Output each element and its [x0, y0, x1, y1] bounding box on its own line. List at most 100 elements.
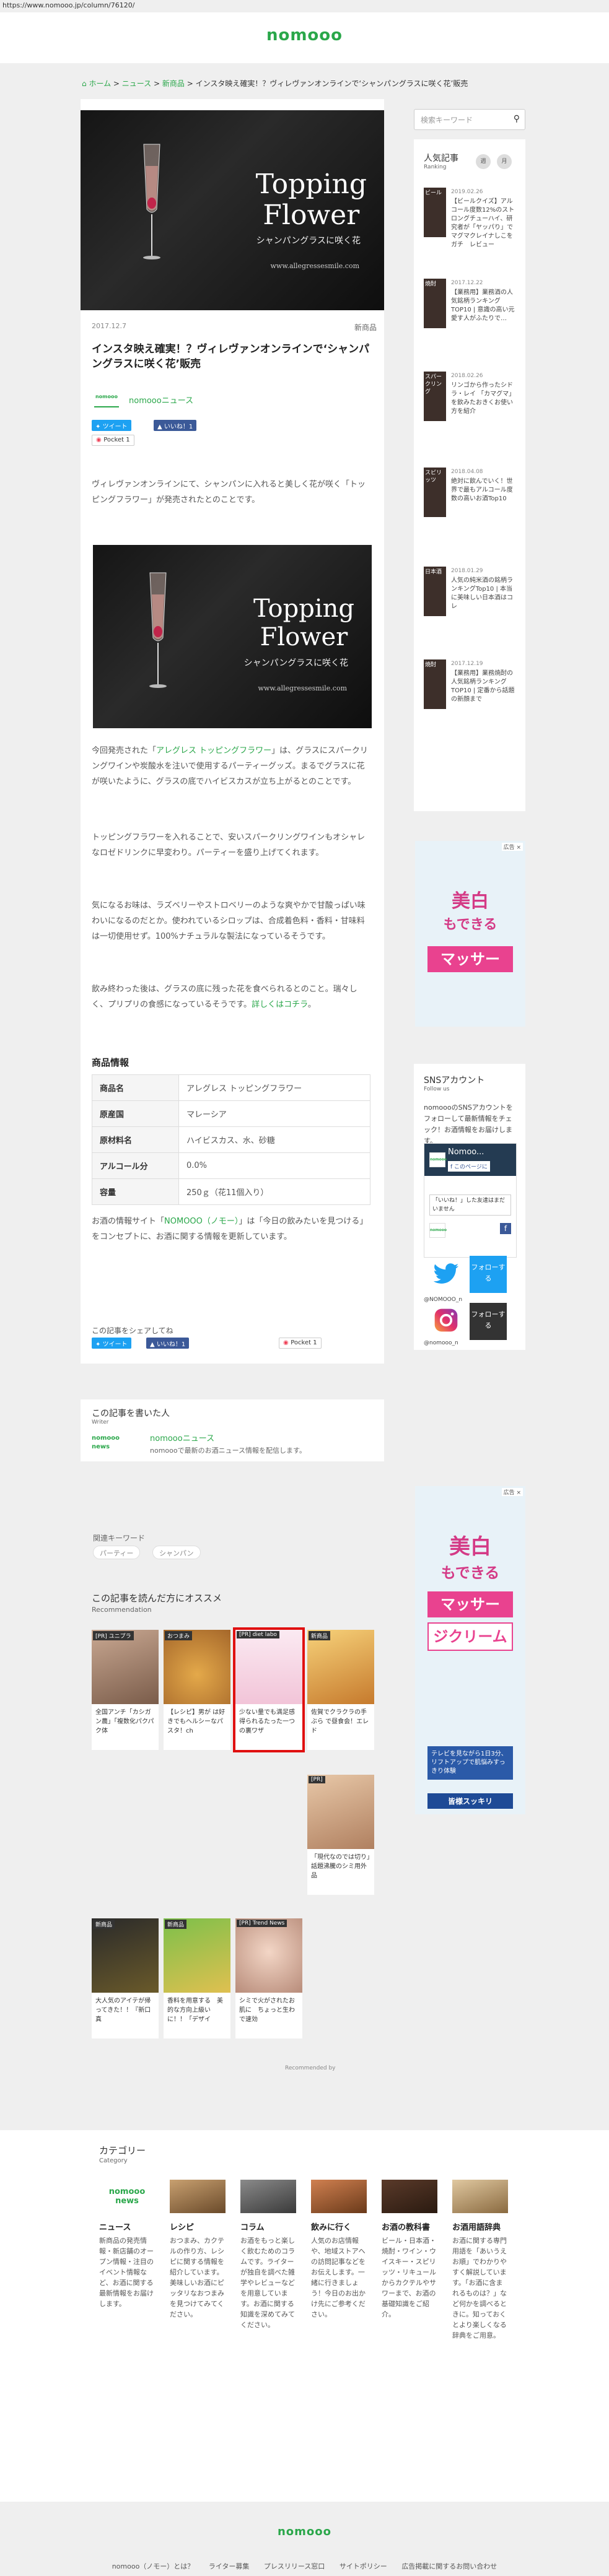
hero-subtitle: シャンパングラスに咲く花: [256, 236, 361, 246]
ranking-item[interactable]: 焼酎 2017.12.22 【業務用】業務酒の人気銘柄ランキングTOP10 | 意識…: [424, 279, 517, 359]
ranking-item[interactable]: スピリッツ 2018.04.08 絶対に飲んでいく！世界で最もアルコール度数の高いお…: [424, 468, 517, 548]
recommend-tile[interactable]: 新商品 香料を用意する 美的な方向上級いに！！「デザイ: [164, 1918, 230, 2039]
like-button[interactable]: ▲ いいね！1: [154, 420, 197, 431]
share-box: この記事をシェアしてね ✦ ツイート ▲ いいね！1 ◉ Pocket 1: [81, 1319, 384, 1364]
instagram-id: @nomooo_n: [424, 1340, 458, 1346]
category-name: ニュース: [99, 2223, 131, 2232]
share-pocket-button[interactable]: ◉ Pocket 1: [279, 1338, 322, 1349]
details-link[interactable]: 詳しくはコチラ: [252, 1000, 308, 1009]
article-date: 2017.12.7: [92, 322, 126, 330]
article-title: インスタ映え確実！？ヴィレヴァンオンラインで‘シャンパングラスに咲く花’販売: [92, 343, 370, 370]
breadcrumb-newproduct[interactable]: 新商品: [162, 79, 185, 88]
writer-heading: この記事を書いた人: [92, 1409, 170, 1419]
twitter-bird-icon[interactable]: [432, 1261, 460, 1288]
facebook-page-name[interactable]: Nomoo...: [448, 1147, 484, 1157]
share-tweet-button[interactable]: ✦ ツイート: [92, 1338, 131, 1349]
ranking-tab-month[interactable]: 月: [497, 154, 512, 169]
recommend-tile[interactable]: おつまみ 【レシピ】男が は好きでもヘルシーなパスタ！ch: [164, 1630, 230, 1750]
ranking-item[interactable]: ビール 2019.02.26 【ビールクイズ】アルコール度数12%のストロングチュー…: [424, 188, 517, 268]
ad-badge[interactable]: 広告 ×: [501, 843, 523, 851]
footer-link[interactable]: nomooo（ノモー）とは？: [112, 2562, 195, 2570]
footer-logo[interactable]: nomooo: [0, 2525, 609, 2538]
table-value: アレグレス トッピングフラワー: [178, 1074, 370, 1101]
instagram-icon[interactable]: [432, 1307, 460, 1334]
facebook-like-button[interactable]: f このページに: [448, 1161, 490, 1172]
category-image: [452, 2180, 508, 2213]
site-logo[interactable]: nomooo: [0, 26, 609, 45]
instagram-follow-button[interactable]: フォローする: [470, 1303, 507, 1340]
ad-line2: もできる: [443, 917, 497, 933]
category-image: [240, 2180, 296, 2213]
table-key: 商品名: [92, 1074, 179, 1101]
recommend-tile[interactable]: [PR] Trend News シミで火がされたお肌に ちょっと生わで速効: [235, 1918, 302, 2039]
recommend-tile[interactable]: [PR] ユニプラ 全国アンチ「カシガン農」「複数化パクパク体: [92, 1630, 159, 1750]
breadcrumb-sep: >: [151, 79, 162, 88]
ranking-sub: Ranking: [424, 164, 447, 170]
recommend-tile[interactable]: 新商品 大人気のアイテが帰ってきた！！『新口真: [92, 1918, 159, 2039]
twitter-follow-button[interactable]: フォローする: [470, 1256, 507, 1293]
tile-text: 香料を用意する 美的な方向上級いに！！「デザイ: [167, 1998, 223, 2023]
site-note: お酒の情報サイト「NOMOOO（ノモー）」は「今日の飲みたいを見つける」をコンセ…: [92, 1214, 370, 1245]
tile-text: 大人気のアイテが帰ってきた！！『新口真: [95, 1998, 151, 2023]
breadcrumb-home[interactable]: ホーム: [89, 79, 111, 88]
ad-banner-tall[interactable]: 広告 × 美白 もできる マッサー ジクリーム テレビを見ながら1日3分、リフト…: [415, 1486, 525, 1814]
recommend-tile-highlighted[interactable]: [PR] diet labo 少ない量でも満足感得られるたった一つの裏ワザ: [233, 1627, 305, 1752]
breadcrumb-news[interactable]: ニュース: [122, 79, 151, 88]
ranking-tab-week[interactable]: 週: [476, 154, 491, 169]
pocket-label: Pocket: [103, 437, 125, 443]
nomooo-link[interactable]: NOMOOO（ノモー）: [164, 1217, 239, 1226]
hero-url: www.allegressesmile.com: [270, 262, 359, 270]
tile-label: [PR] diet labo: [237, 1631, 279, 1638]
recommended-by[interactable]: Recommended by: [285, 2065, 335, 2071]
breadcrumb-current: インスタ映え確実！？ヴィレヴァンオンラインで‘シャンパングラスに咲く花’販売: [195, 79, 468, 88]
article-paragraph-5: 飲み終わった後は、グラスの底に残った花を食べられるとのこと。瑞々しく、プリプリの…: [92, 981, 370, 1012]
ranking-item[interactable]: 焼酎 2017.12.19 【業務用】業務焼酎の人気銘柄ランキングTOP10 | 定…: [424, 659, 517, 740]
tweet-label: ツイート: [102, 424, 128, 430]
search-icon[interactable]: ⚲: [514, 114, 520, 124]
sns-text: nomoooのSNSアカウントをフォローして最新情報をチェック！お酒情報をお届け…: [424, 1103, 513, 1145]
ranking-item[interactable]: 日本酒 2018.01.29 人気の純米酒の銘柄ランキングTop10 | 本当に美味…: [424, 567, 517, 647]
keyword-tag[interactable]: パーティー: [93, 1546, 141, 1559]
ranking-title: リンゴから作ったシドラ・レイ 「カマグマ」を飲みたおきくお使い方を紹介: [451, 382, 515, 415]
tile-text: 全国アンチ「カシガン農」「複数化パクパク体: [95, 1709, 154, 1734]
category-name: お酒の教科書: [382, 2223, 431, 2232]
ranking-title: 【ビールクイズ】アルコール度数12%のストロングチューハイ、研究者が「ヤッパり」…: [451, 198, 515, 248]
home-icon[interactable]: ⌂: [82, 79, 89, 88]
author-name[interactable]: nomoooニュース: [129, 394, 193, 406]
recommend-tile[interactable]: [PR] 「現代なのでは切り」話題沸騰のシミ用外品: [307, 1775, 374, 1895]
pocket-button[interactable]: ◉ Pocket 1: [92, 435, 134, 446]
share-like-button[interactable]: ▲ いいね！1: [146, 1338, 190, 1349]
recommend-heading: この記事を読んだ方にオススメ: [92, 1593, 222, 1604]
footer-link[interactable]: サイトポリシー: [340, 2562, 387, 2570]
ranking-title: 【業務用】業務酒の人気銘柄ランキングTOP10 | 意識の高い元愛す人がふたりで…: [451, 289, 515, 322]
search-input[interactable]: 検索キーワード ⚲: [414, 109, 525, 130]
ad-badge[interactable]: 広告 ×: [501, 1488, 523, 1496]
author-logo[interactable]: nomooo: [94, 390, 119, 407]
writer-name[interactable]: nomoooニュース: [150, 1432, 214, 1443]
ranking-heading: 人気記事: [424, 154, 458, 163]
category-image: [382, 2180, 437, 2213]
footer-link[interactable]: 広告掲載に関するお問い合わせ: [401, 2562, 497, 2570]
table-value: ハイビスカス、水、砂糖: [178, 1126, 370, 1153]
writer-box: この記事を書いた人 Writer nomooo news nomoooニュース …: [81, 1399, 384, 1461]
writer-logo[interactable]: nomooo news: [92, 1434, 129, 1454]
category-desc: お酒に関する専門用語を「あいうえお順」でわかりやすく解説しています。「お酒に含ま…: [452, 2237, 507, 2339]
facebook-friends-note: 「いいね！」した友達はまだいません: [429, 1194, 511, 1216]
tweet-button[interactable]: ✦ ツイート: [92, 420, 131, 431]
footer-link[interactable]: プレスリリース窓口: [264, 2562, 325, 2570]
footer-link[interactable]: ライター募集: [209, 2562, 250, 2570]
article-category[interactable]: 新商品: [354, 322, 377, 333]
category-name: コラム: [240, 2223, 265, 2232]
product-link[interactable]: アレグレス トッピングフラワー: [156, 746, 271, 755]
product-info-table: 商品名 アレグレス トッピングフラワー 原産国 マレーシア 原材料名 ハイビスカス、水…: [92, 1074, 370, 1205]
ranking-item[interactable]: スパークリング 2018.02.26 リンゴから作ったシドラ・レイ 「カマグマ」を飲…: [424, 372, 517, 452]
table-key: 容量: [92, 1178, 179, 1205]
facebook-icon[interactable]: f: [500, 1223, 511, 1234]
ad-banner[interactable]: 広告 × 美白 もできる マッサー: [415, 841, 525, 1027]
facebook-widget[interactable]: nomooo Nomoo... f このページに 「いいね！」した友達はまだいま…: [424, 1143, 517, 1258]
ad-band: マッサー: [427, 946, 513, 972]
keyword-tag[interactable]: シャンパン: [152, 1546, 201, 1559]
category-name: レシピ: [170, 2223, 195, 2232]
recommend-tile[interactable]: 新商品 佐賀でクラクラの手ぶら で昼食会！エレド: [307, 1630, 374, 1750]
p5-end: 。: [307, 1000, 316, 1009]
